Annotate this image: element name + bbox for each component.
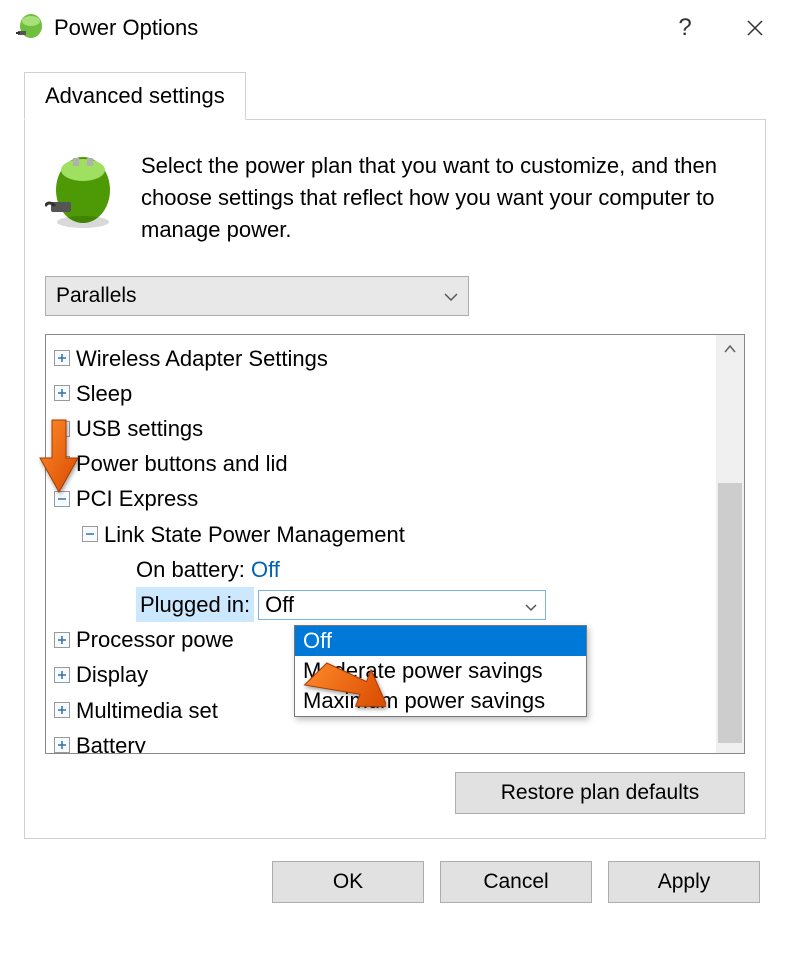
battery-icon — [45, 150, 117, 246]
plan-select-value: Parallels — [56, 284, 137, 308]
tree-item-power-buttons[interactable]: Power buttons and lid — [54, 446, 712, 481]
dialog-footer: OK Cancel Apply — [4, 839, 786, 903]
dropdown-option-off[interactable]: Off — [295, 626, 586, 656]
cursor-arrow-icon — [302, 655, 386, 725]
tree-item-label: Processor powe — [76, 622, 234, 657]
plus-icon[interactable] — [54, 385, 70, 401]
apply-button[interactable]: Apply — [608, 861, 760, 903]
scroll-thumb[interactable] — [718, 483, 742, 743]
tree-item-label: PCI Express — [76, 481, 198, 516]
plus-icon[interactable] — [54, 350, 70, 366]
tabstrip: Advanced settings — [24, 72, 786, 120]
plan-select-combo[interactable]: Parallels — [45, 276, 469, 316]
settings-tree: Wireless Adapter Settings Sleep USB sett… — [45, 334, 745, 754]
help-button[interactable]: ? — [650, 0, 720, 56]
tree-item-sleep[interactable]: Sleep — [54, 376, 712, 411]
plus-icon[interactable] — [54, 667, 70, 683]
setting-label: On battery: — [136, 552, 245, 587]
scroll-track[interactable] — [716, 363, 744, 725]
combo-value: Off — [265, 587, 294, 622]
tree-item-battery[interactable]: Battery — [54, 728, 712, 753]
dialog-area: Advanced settings Select the power plan … — [0, 56, 790, 903]
power-opts-icon — [16, 13, 44, 43]
tree-item-label: Link State Power Management — [104, 517, 405, 552]
tree-item-link-state[interactable]: Link State Power Management — [54, 517, 712, 552]
setting-value[interactable]: Off — [251, 552, 280, 587]
tree-item-label: Display — [76, 657, 148, 692]
plus-icon[interactable] — [54, 632, 70, 648]
tree-scrollbar[interactable] — [716, 335, 744, 753]
cancel-button[interactable]: Cancel — [440, 861, 592, 903]
scroll-up-icon[interactable] — [716, 335, 744, 363]
ok-button[interactable]: OK — [272, 861, 424, 903]
restore-defaults-button[interactable]: Restore plan defaults — [455, 772, 745, 814]
tab-content: Select the power plan that you want to c… — [24, 119, 766, 839]
window-title: Power Options — [54, 15, 650, 41]
chevron-down-icon — [525, 587, 537, 622]
dialog-description: Select the power plan that you want to c… — [141, 150, 745, 246]
plugged-in-combo[interactable]: Off — [258, 590, 546, 620]
tree-item-wireless[interactable]: Wireless Adapter Settings — [54, 341, 712, 376]
chevron-down-icon — [444, 284, 458, 308]
plus-icon[interactable] — [54, 737, 70, 752]
minus-icon[interactable] — [82, 526, 98, 542]
setting-on-battery[interactable]: On battery: Off — [54, 552, 712, 587]
tree-item-pci-express[interactable]: PCI Express — [54, 481, 712, 516]
tree-item-label: USB settings — [76, 411, 203, 446]
tree-item-label: Battery — [76, 728, 146, 753]
tree-item-label: Multimedia set — [76, 693, 218, 728]
tree-item-usb[interactable]: USB settings — [54, 411, 712, 446]
tab-advanced-settings[interactable]: Advanced settings — [24, 72, 246, 120]
tree-item-label: Power buttons and lid — [76, 446, 288, 481]
arrow-icon — [36, 416, 82, 496]
tree-item-label: Wireless Adapter Settings — [76, 341, 328, 376]
titlebar: Power Options ? — [0, 0, 790, 56]
setting-label: Plugged in: — [136, 587, 254, 622]
setting-plugged-in[interactable]: Plugged in: Off — [54, 587, 712, 622]
plus-icon[interactable] — [54, 702, 70, 718]
tree-item-label: Sleep — [76, 376, 132, 411]
close-button[interactable] — [720, 0, 790, 56]
